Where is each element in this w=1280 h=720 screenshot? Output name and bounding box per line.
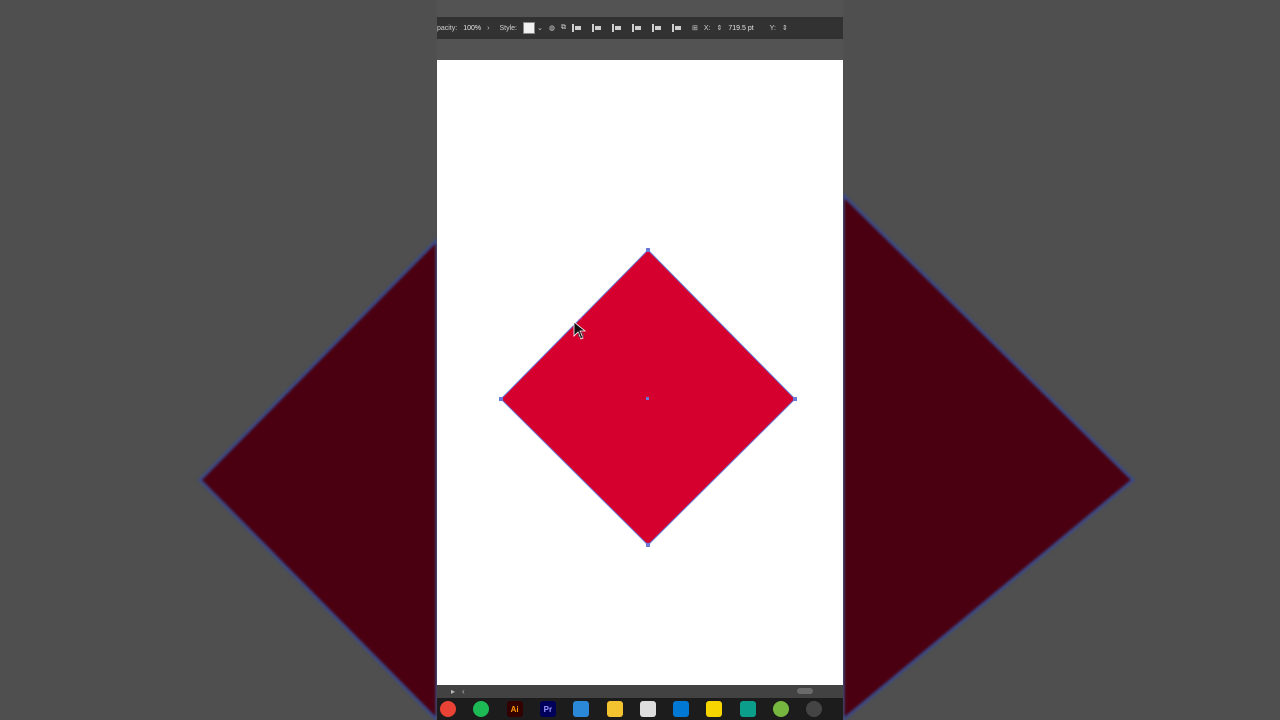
- align-right-icon[interactable]: [611, 24, 624, 32]
- grid-icon[interactable]: ⊞: [692, 24, 698, 32]
- control-bar: pacity: 100% › Style: ⌄ ◍ ⧉ ⊞ X: ⇕ 719.5…: [437, 17, 843, 39]
- center-point: [646, 397, 649, 400]
- align-left-icon[interactable]: [571, 24, 584, 32]
- align-bottom-icon[interactable]: [671, 24, 684, 32]
- opacity-label: pacity:: [437, 24, 458, 32]
- y-stepper-icon[interactable]: ⇕: [782, 24, 788, 32]
- anchor-top[interactable]: [646, 248, 650, 252]
- store-icon[interactable]: [673, 701, 690, 717]
- ruler-gap: [437, 39, 843, 60]
- background-left-blur: [0, 0, 437, 720]
- mail-icon[interactable]: [573, 701, 590, 717]
- title-strip: [437, 0, 843, 17]
- scroll-left-arrow-icon[interactable]: ‹: [462, 687, 465, 696]
- background-right-blur: [843, 0, 1280, 720]
- anchor-left[interactable]: [499, 397, 503, 401]
- recolor-icon[interactable]: ◍: [549, 24, 555, 32]
- chevron-right-icon[interactable]: ›: [487, 25, 489, 32]
- transform-icon[interactable]: ⧉: [561, 24, 566, 32]
- scroll-right-arrow-icon[interactable]: ▸: [451, 687, 455, 696]
- y-label: Y:: [769, 24, 776, 32]
- align-center-icon[interactable]: [591, 24, 604, 32]
- artboard[interactable]: ·•: [437, 60, 843, 685]
- illustrator-icon[interactable]: Ai: [506, 701, 523, 717]
- library-icon[interactable]: [639, 701, 656, 717]
- x-label: X:: [703, 24, 711, 32]
- scroll-thumb[interactable]: [797, 688, 813, 694]
- premiere-icon[interactable]: Pr: [539, 701, 556, 717]
- sticky-notes-icon[interactable]: [706, 701, 723, 717]
- windows-taskbar: Ai Pr: [437, 698, 843, 720]
- chrome-icon[interactable]: [440, 701, 456, 717]
- anchor-bottom[interactable]: [646, 543, 650, 547]
- illustrator-window: pacity: 100% › Style: ⌄ ◍ ⧉ ⊞ X: ⇕ 719.5…: [437, 0, 843, 720]
- horizontal-scrollbar[interactable]: ▸ ‹: [437, 685, 843, 698]
- spotify-icon[interactable]: [473, 701, 490, 717]
- obs-icon[interactable]: [806, 701, 823, 717]
- file-explorer-icon[interactable]: [606, 701, 623, 717]
- svg-text:·•: ·•: [578, 317, 582, 323]
- style-label: Style:: [499, 24, 517, 32]
- utorrent-icon[interactable]: [773, 701, 789, 717]
- filmora-icon[interactable]: [739, 701, 756, 717]
- chevron-down-icon[interactable]: ⌄: [537, 24, 543, 32]
- stepper-icon[interactable]: ⇕: [716, 24, 722, 32]
- opacity-value[interactable]: 100%: [463, 25, 481, 32]
- align-top-icon[interactable]: [631, 24, 644, 32]
- x-value-field[interactable]: 719.5 pt: [728, 25, 753, 32]
- style-swatch[interactable]: [523, 22, 535, 34]
- align-middle-icon[interactable]: [651, 24, 664, 32]
- anchor-right[interactable]: [793, 397, 797, 401]
